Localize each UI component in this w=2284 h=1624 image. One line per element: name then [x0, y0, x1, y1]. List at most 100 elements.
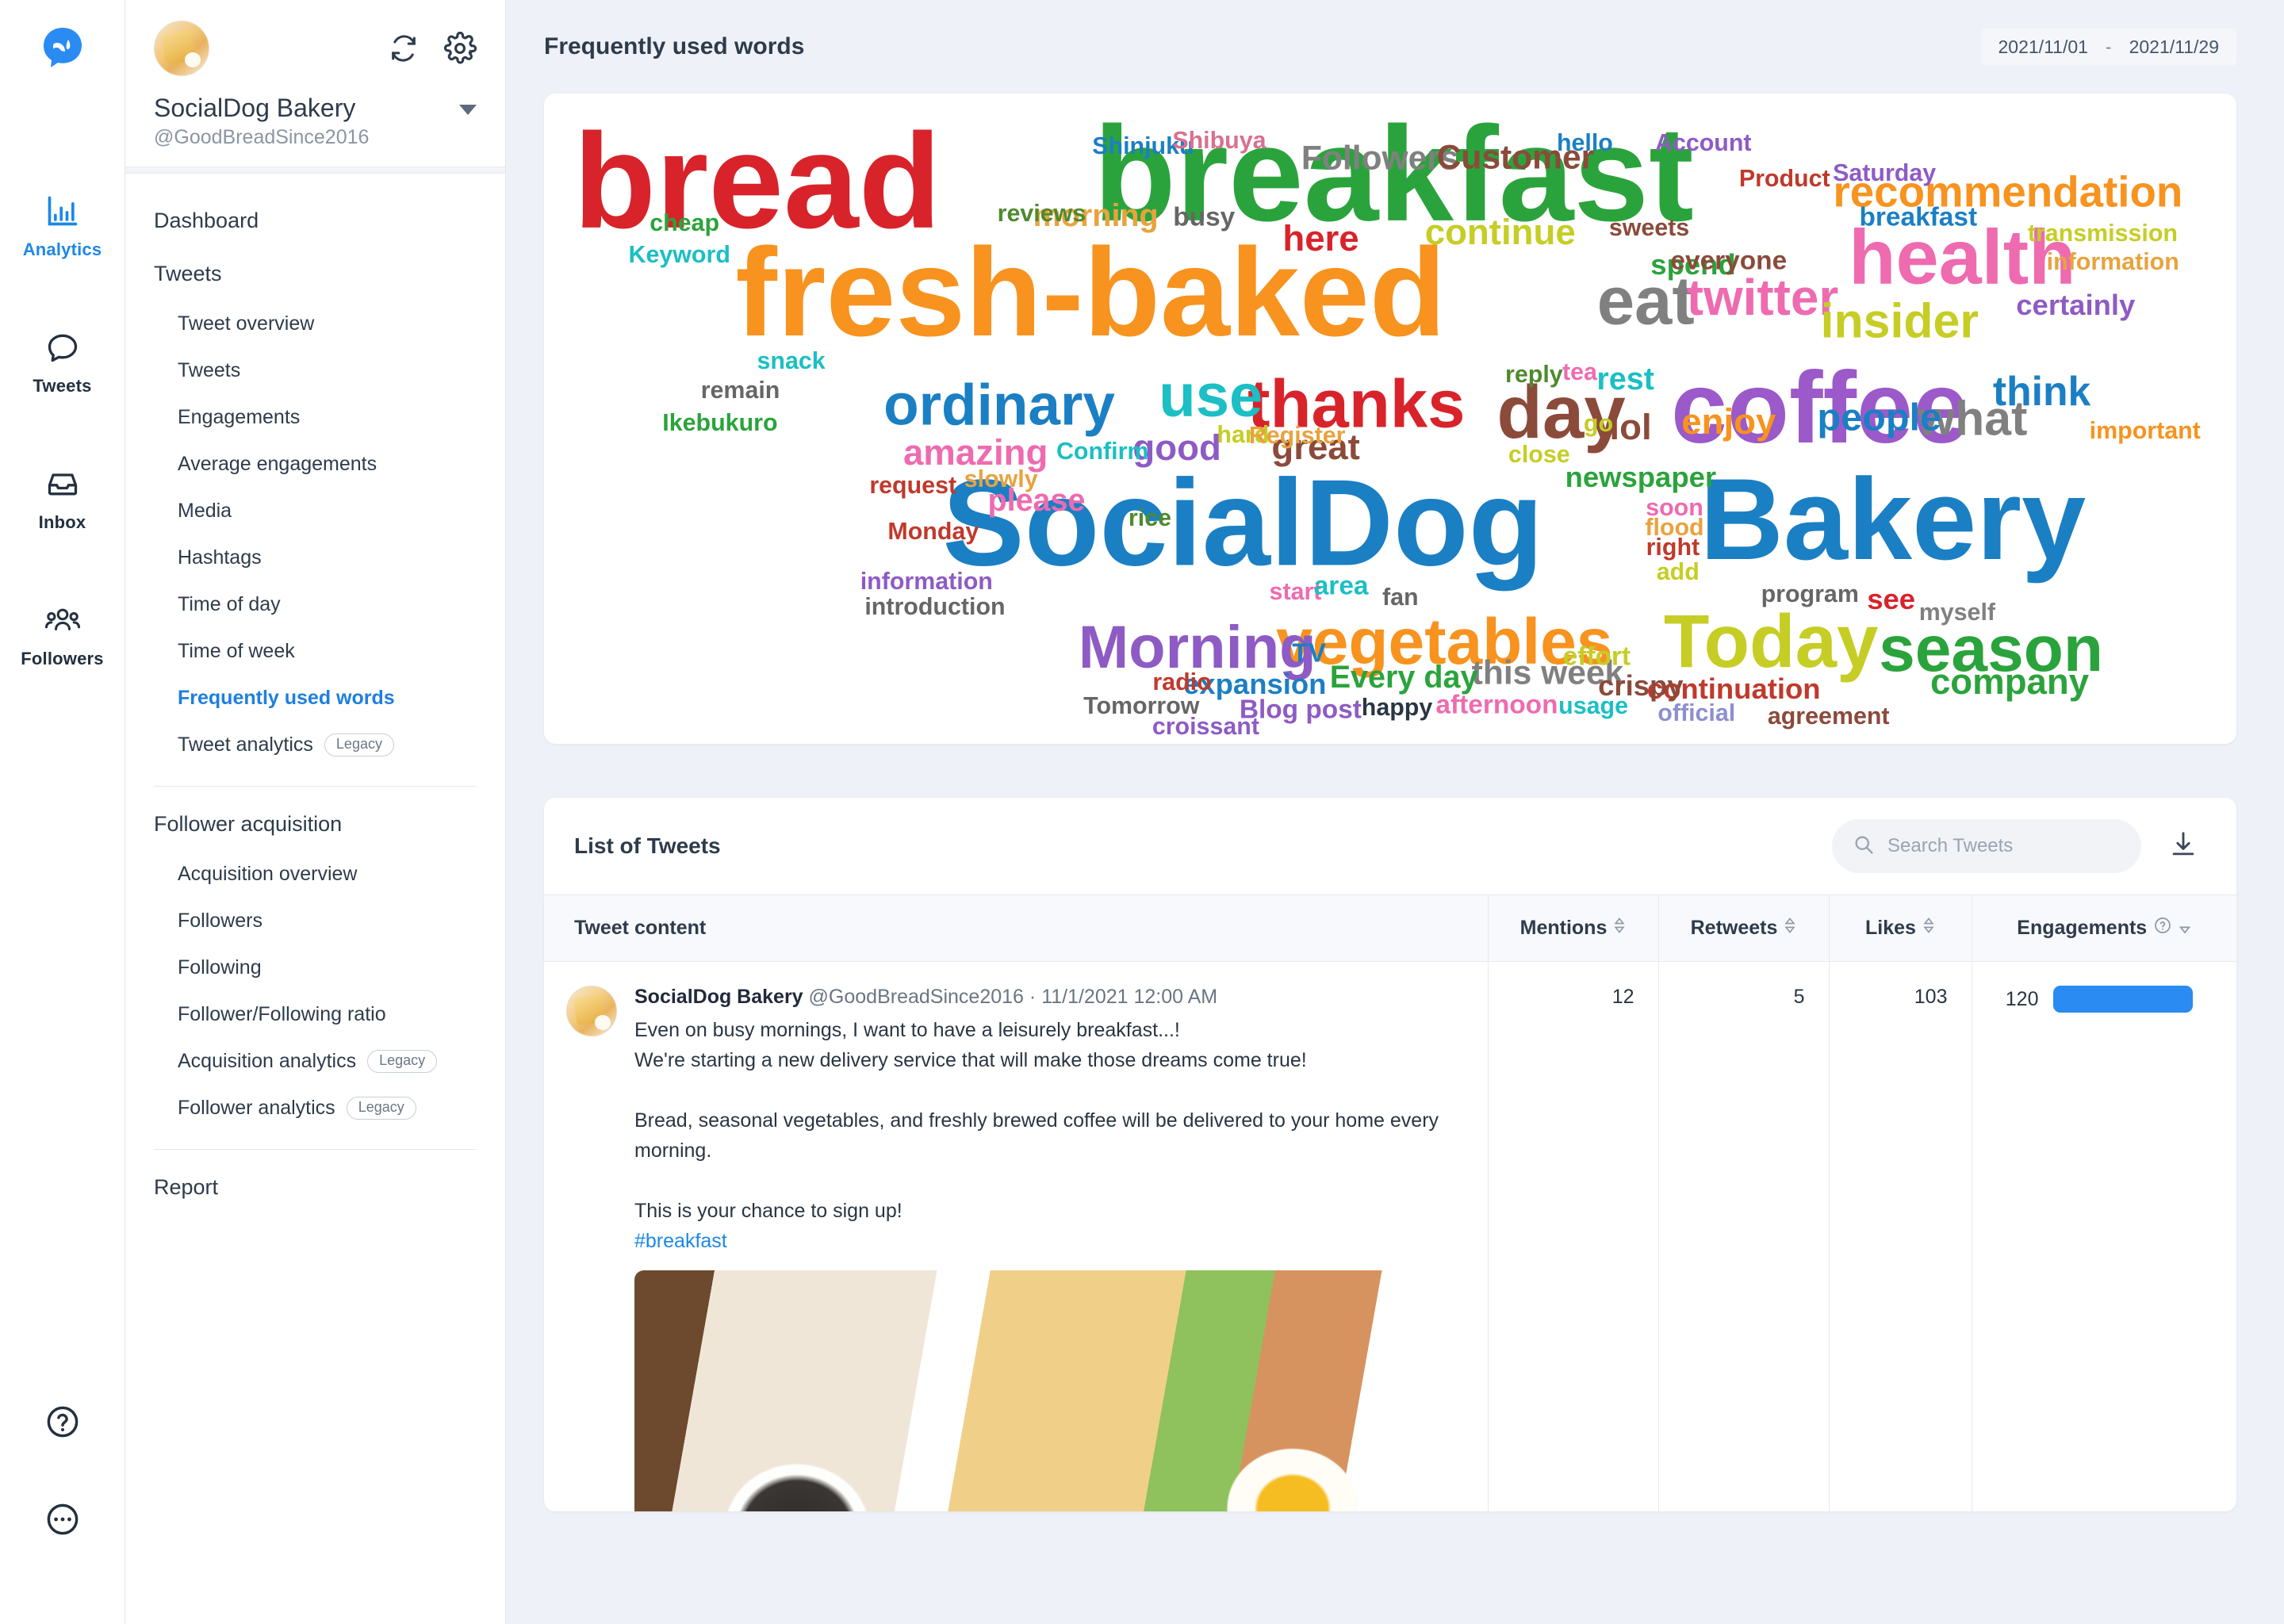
sidebar-item-tweets[interactable]: Tweets	[125, 347, 505, 394]
sidebar-item-media[interactable]: Media	[125, 488, 505, 534]
download-icon[interactable]	[2168, 829, 2198, 864]
word-cloud-term[interactable]: sweets	[1609, 215, 1689, 239]
word-cloud-term[interactable]: certainly	[2016, 291, 2135, 320]
word-cloud-term[interactable]: go	[1584, 412, 1613, 435]
rail-item-tweets[interactable]: Tweets	[0, 327, 125, 396]
help-circle-icon[interactable]	[44, 1404, 81, 1444]
word-cloud-term[interactable]: busy	[1173, 204, 1235, 230]
word-cloud-term[interactable]: croissant	[1152, 714, 1259, 738]
word-cloud-term[interactable]: tea	[1562, 360, 1597, 384]
word-cloud-term[interactable]: TV	[1292, 641, 1326, 667]
word-cloud-term[interactable]: everyone	[1670, 247, 1787, 274]
word-cloud-term[interactable]: continue	[1425, 214, 1576, 251]
word-cloud-term[interactable]: rest	[1596, 364, 1654, 396]
account-switcher[interactable]: SocialDog Bakery @GoodBreadSince2016	[125, 0, 505, 167]
sidebar-group-follower-acquisition[interactable]: Follower acquisition	[125, 798, 505, 851]
word-cloud-term[interactable]: information	[2047, 250, 2179, 274]
word-cloud-term[interactable]: Saturday	[1833, 160, 1936, 184]
column-header-engagements[interactable]: Engagements	[1972, 895, 2236, 962]
word-cloud-term[interactable]: see	[1867, 585, 1915, 614]
word-cloud-term[interactable]: cheap	[650, 211, 719, 235]
date-range-picker[interactable]: 2021/11/01 - 2021/11/29	[1981, 29, 2236, 66]
word-cloud-term[interactable]: program	[1761, 582, 1859, 606]
word-cloud-term[interactable]: remain	[701, 377, 780, 401]
search-tweets-box[interactable]	[1832, 819, 2141, 873]
word-cloud-term[interactable]: Ikebukuro	[662, 410, 777, 434]
gear-icon[interactable]	[443, 32, 477, 69]
sidebar-item-engagements[interactable]: Engagements	[125, 394, 505, 441]
word-cloud-term[interactable]: here	[1282, 220, 1359, 257]
word-cloud-term[interactable]: hello	[1557, 131, 1613, 155]
sidebar-item-following[interactable]: Following	[125, 944, 505, 991]
word-cloud-term[interactable]: twitter	[1687, 273, 1839, 324]
sidebar-item-follower-analytics[interactable]: Follower analytics Legacy	[125, 1085, 505, 1132]
word-cloud-term[interactable]: fan	[1382, 585, 1419, 609]
word-cloud-term[interactable]: insider	[1821, 297, 1979, 346]
column-header-likes[interactable]: Likes	[1829, 895, 1972, 962]
word-cloud-term[interactable]: introduction	[864, 594, 1005, 618]
sidebar-item-follower-following-ratio[interactable]: Follower/Following ratio	[125, 991, 505, 1038]
word-cloud-term[interactable]: Keyword	[629, 242, 730, 266]
word-cloud-term[interactable]: lol	[1609, 409, 1651, 446]
word-cloud-term[interactable]: Account	[1655, 131, 1752, 155]
sidebar-item-time-of-day[interactable]: Time of day	[125, 581, 505, 628]
word-cloud-term[interactable]: information	[860, 569, 993, 593]
word-cloud-term[interactable]: afternoon	[1435, 691, 1558, 718]
refresh-icon[interactable]	[388, 33, 420, 68]
word-cloud-term[interactable]: happy	[1362, 695, 1433, 719]
sidebar-item-average-engagements[interactable]: Average engagements	[125, 441, 505, 488]
word-cloud-term[interactable]: radio	[1152, 669, 1211, 693]
rail-item-inbox[interactable]: Inbox	[0, 463, 125, 533]
table-row[interactable]: SocialDog Bakery @GoodBreadSince2016 · 1…	[544, 962, 2236, 1512]
sidebar-item-acquisition-analytics[interactable]: Acquisition analytics Legacy	[125, 1038, 505, 1085]
socialdog-logo-icon[interactable]	[32, 17, 94, 79]
word-cloud-term[interactable]: usage	[1558, 694, 1628, 718]
sidebar-item-time-of-week[interactable]: Time of week	[125, 628, 505, 675]
word-cloud-term[interactable]: use	[1159, 366, 1263, 427]
chevron-down-icon[interactable]	[459, 105, 477, 115]
word-cloud-term[interactable]: enjoy	[1681, 404, 1776, 440]
word-cloud-term[interactable]: think	[1993, 371, 2090, 412]
rail-item-analytics[interactable]: Analytics	[0, 190, 125, 260]
tweet-hashtag[interactable]: #breakfast	[634, 1226, 1459, 1256]
word-cloud-term[interactable]: Product	[1739, 166, 1830, 190]
word-cloud-term[interactable]: slowly	[964, 467, 1038, 491]
sidebar-item-tweet-analytics[interactable]: Tweet analytics Legacy	[125, 722, 505, 768]
sidebar-item-acquisition-overview[interactable]: Acquisition overview	[125, 851, 505, 898]
word-cloud-term[interactable]: Today	[1664, 604, 1879, 679]
word-cloud-term[interactable]: area	[1314, 573, 1369, 599]
word-cloud-term[interactable]: Confirm	[1056, 439, 1149, 463]
sidebar-item-hashtags[interactable]: Hashtags	[125, 534, 505, 581]
sidebar-item-tweet-overview[interactable]: Tweet overview	[125, 301, 505, 347]
word-cloud-term[interactable]: Monday	[887, 519, 979, 543]
word-cloud-term[interactable]: newspaper	[1565, 463, 1717, 492]
word-cloud-term[interactable]: Bakery	[1700, 462, 2086, 577]
help-circle-icon[interactable]	[2153, 916, 2172, 940]
word-cloud-term[interactable]: official	[1657, 701, 1735, 725]
word-cloud-term[interactable]: reply	[1505, 362, 1563, 386]
word-cloud-term[interactable]: people	[1817, 399, 1941, 438]
search-input[interactable]	[1887, 835, 2121, 857]
sidebar-item-followers[interactable]: Followers	[125, 898, 505, 944]
word-cloud-term[interactable]: transmission	[2028, 221, 2178, 245]
word-cloud-term[interactable]: company	[1930, 664, 2089, 700]
word-cloud-term[interactable]: add	[1657, 560, 1700, 584]
word-cloud-term[interactable]: important	[2090, 419, 2201, 442]
word-cloud-term[interactable]: rice	[1129, 506, 1171, 530]
word-cloud-term[interactable]: close	[1508, 442, 1570, 465]
sidebar-item-dashboard[interactable]: Dashboard	[125, 194, 505, 247]
word-cloud-term[interactable]: breakfast	[1859, 204, 1977, 230]
word-cloud-term[interactable]: Followers	[1301, 142, 1459, 176]
sidebar-item-report[interactable]: Report	[125, 1161, 505, 1214]
word-cloud-term[interactable]: right	[1646, 534, 1700, 558]
column-header-mentions[interactable]: Mentions	[1488, 895, 1658, 962]
tweet-media-image[interactable]	[634, 1270, 1466, 1511]
sidebar-group-tweets[interactable]: Tweets	[125, 247, 505, 301]
word-cloud-term[interactable]: snack	[757, 349, 825, 373]
word-cloud-term[interactable]: Every day	[1330, 662, 1478, 694]
rail-item-followers[interactable]: Followers	[0, 599, 125, 669]
column-header-retweets[interactable]: Retweets	[1658, 895, 1829, 962]
word-cloud-term[interactable]: agreement	[1768, 704, 1890, 728]
more-circle-icon[interactable]	[44, 1501, 81, 1542]
word-cloud-term[interactable]: myself	[1919, 599, 1995, 623]
